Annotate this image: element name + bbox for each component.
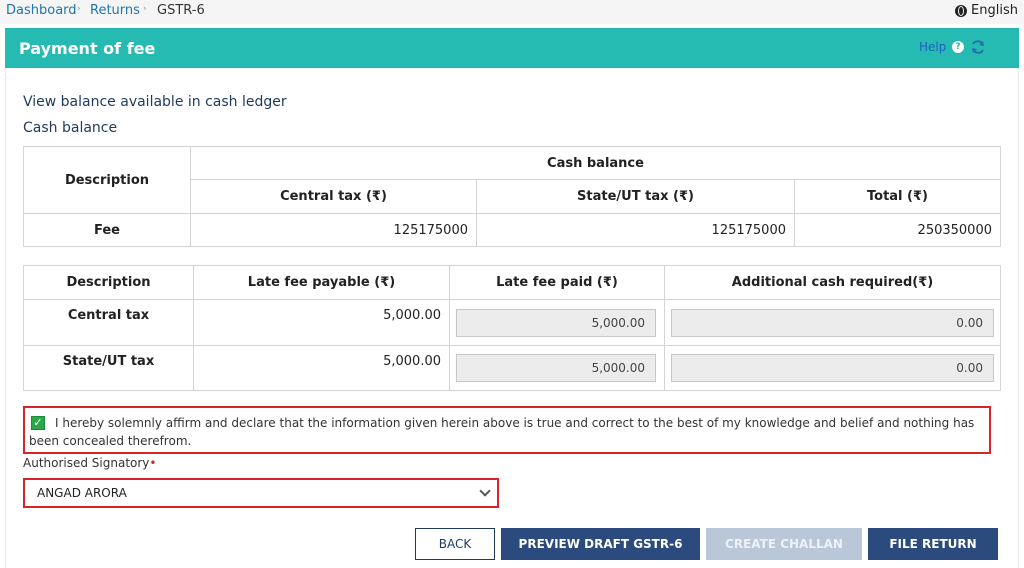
page-header: Payment of fee Help ? <box>5 28 1019 68</box>
late-fee-payable-value: 5,000.00 <box>193 299 450 346</box>
signatory-select[interactable]: ANGAD ARORA <box>23 478 499 508</box>
column-header-additional-cash: Additional cash required(₹) <box>664 265 1001 300</box>
cash-balance-title: Cash balance <box>23 120 118 136</box>
central-tax-value: 125175000 <box>190 213 477 247</box>
cash-balance-table: Description Cash balance Central tax (₹)… <box>23 146 1001 247</box>
table-row: State/UT tax 5,000.00 5,000.00 0.00 <box>23 345 1001 391</box>
refresh-icon[interactable] <box>970 39 986 55</box>
create-challan-button[interactable]: CREATE CHALLAN <box>706 528 862 560</box>
breadcrumb-current: GSTR-6 <box>157 3 205 18</box>
file-return-button[interactable]: FILE RETURN <box>868 528 998 560</box>
globe-icon <box>955 4 968 17</box>
state-tax-value: 125175000 <box>476 213 795 247</box>
column-header-central-tax: Central tax (₹) <box>190 179 477 214</box>
column-header-state-tax: State/UT tax (₹) <box>476 179 795 214</box>
declaration-text: I hereby solemnly affirm and declare tha… <box>29 416 975 448</box>
chevron-down-icon <box>479 485 491 497</box>
breadcrumb-separator: › <box>143 4 147 14</box>
late-fee-paid-input[interactable]: 5,000.00 <box>456 308 656 337</box>
additional-cash-cell: 0.00 <box>664 345 1001 391</box>
language-selector[interactable]: English <box>955 3 1018 18</box>
additional-cash-cell: 0.00 <box>664 299 1001 346</box>
late-fee-table: Description Late fee payable (₹) Late fe… <box>23 265 1001 391</box>
signatory-label-group: Authorised Signatory• <box>23 456 157 470</box>
late-fee-payable-value: 5,000.00 <box>193 345 450 391</box>
column-header-total: Total (₹) <box>794 179 1001 214</box>
additional-cash-input[interactable]: 0.00 <box>671 354 994 382</box>
table-row: Central tax 5,000.00 5,000.00 0.00 <box>23 299 1001 346</box>
row-description: State/UT tax <box>23 345 194 391</box>
ledger-view-title: View balance available in cash ledger <box>23 94 287 110</box>
page-title: Payment of fee <box>19 39 156 58</box>
column-header-late-fee-paid: Late fee paid (₹) <box>449 265 665 300</box>
signatory-label: Authorised Signatory <box>23 456 150 470</box>
column-header-description: Description <box>23 146 191 214</box>
declaration-box: I hereby solemnly affirm and declare tha… <box>23 406 991 454</box>
row-description: Central tax <box>23 299 194 346</box>
column-header-late-fee-payable: Late fee payable (₹) <box>193 265 450 300</box>
row-description: Fee <box>23 213 191 247</box>
required-marker: • <box>149 456 157 470</box>
late-fee-paid-input[interactable]: 5,000.00 <box>456 354 656 382</box>
breadcrumb-separator: › <box>77 4 81 14</box>
group-header-cash-balance: Cash balance <box>190 146 1001 180</box>
total-value: 250350000 <box>794 213 1001 247</box>
breadcrumb-dashboard[interactable]: Dashboard <box>6 3 77 18</box>
help-link[interactable]: Help <box>919 40 946 54</box>
breadcrumb: Dashboard › Returns › GSTR-6 English <box>0 0 1024 24</box>
language-label: English <box>971 3 1018 18</box>
signatory-selected-value: ANGAD ARORA <box>37 486 127 500</box>
table-row: Fee 125175000 125175000 250350000 <box>23 213 1001 247</box>
late-fee-paid-cell: 5,000.00 <box>449 299 665 346</box>
preview-draft-button[interactable]: PREVIEW DRAFT GSTR-6 <box>501 528 700 560</box>
breadcrumb-returns[interactable]: Returns <box>90 3 140 18</box>
back-button[interactable]: BACK <box>415 528 495 560</box>
declaration-checkbox[interactable]: ✓ <box>31 416 45 430</box>
column-header-description: Description <box>23 265 194 300</box>
help-icon[interactable]: ? <box>952 41 964 53</box>
additional-cash-input[interactable]: 0.00 <box>671 308 994 337</box>
late-fee-paid-cell: 5,000.00 <box>449 345 665 391</box>
